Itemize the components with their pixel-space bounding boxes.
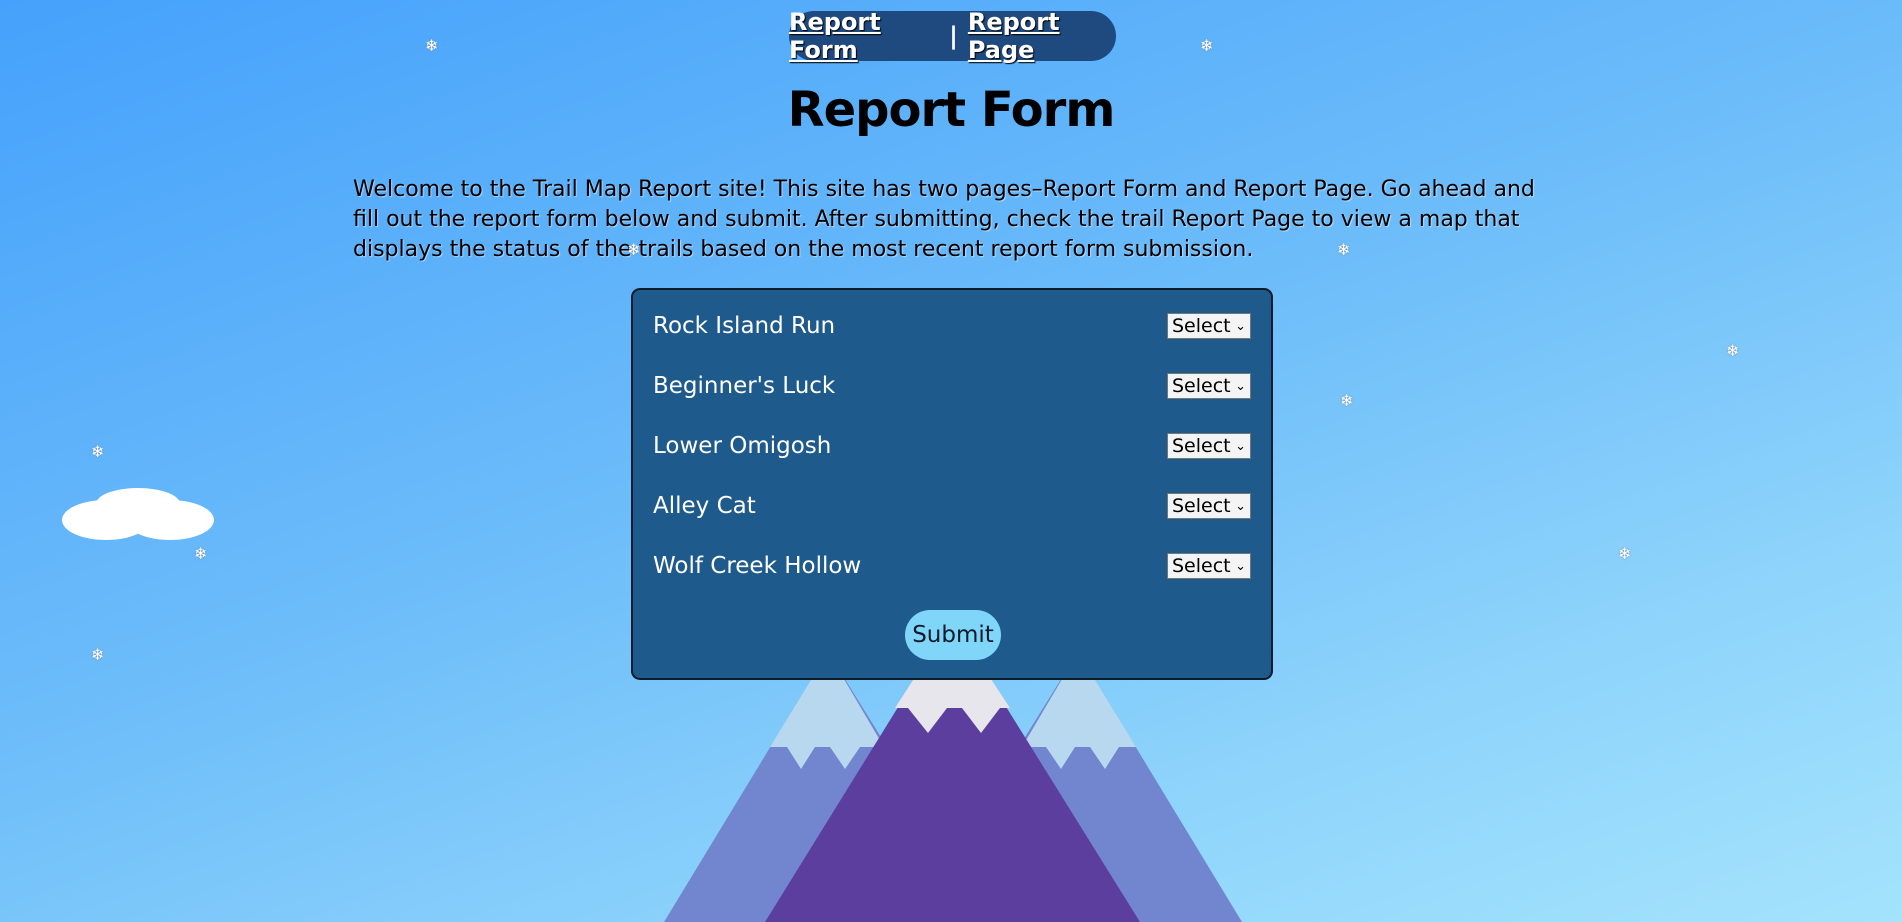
- snowflake-icon: ❄: [1200, 36, 1214, 55]
- snowflake-icon: ❄: [1618, 544, 1632, 563]
- chevron-down-icon: ⌄: [1235, 378, 1246, 394]
- trail-label: Rock Island Run: [653, 313, 836, 339]
- report-form: Rock Island Run Select ⌄ Beginner's Luck…: [631, 288, 1273, 680]
- trail-label: Lower Omigosh: [653, 433, 832, 459]
- submit-button[interactable]: Submit: [905, 610, 1001, 660]
- select-value: Select: [1172, 435, 1231, 457]
- snowflake-icon: ❄: [1726, 341, 1740, 360]
- snowflake-icon: ❄: [91, 442, 105, 461]
- chevron-down-icon: ⌄: [1235, 318, 1246, 334]
- snowflake-icon: ❄: [194, 544, 208, 563]
- chevron-down-icon: ⌄: [1235, 438, 1246, 454]
- trail-label: Beginner's Luck: [653, 373, 836, 399]
- trail-status-select[interactable]: Select ⌄: [1167, 373, 1251, 399]
- snowflake-icon: ❄: [425, 36, 439, 55]
- snowflake-icon: ❄: [627, 240, 641, 259]
- snowflake-icon: ❄: [1337, 240, 1351, 259]
- select-value: Select: [1172, 555, 1231, 577]
- trail-label: Alley Cat: [653, 493, 756, 519]
- trail-status-select[interactable]: Select ⌄: [1167, 433, 1251, 459]
- trail-status-select[interactable]: Select ⌄: [1167, 553, 1251, 579]
- chevron-down-icon: ⌄: [1235, 558, 1246, 574]
- snowflake-icon: ❄: [1340, 391, 1354, 410]
- select-value: Select: [1172, 315, 1231, 337]
- trail-row: Lower Omigosh Select ⌄: [653, 430, 1251, 462]
- cloud-illustration: [62, 488, 214, 540]
- trail-status-select[interactable]: Select ⌄: [1167, 493, 1251, 519]
- trail-status-select[interactable]: Select ⌄: [1167, 313, 1251, 339]
- select-value: Select: [1172, 495, 1231, 517]
- trail-row: Rock Island Run Select ⌄: [653, 310, 1251, 342]
- snowflake-icon: ❄: [91, 645, 105, 664]
- chevron-down-icon: ⌄: [1235, 498, 1246, 514]
- trail-label: Wolf Creek Hollow: [653, 553, 862, 579]
- trail-row: Wolf Creek Hollow Select ⌄: [653, 550, 1251, 582]
- trail-row: Alley Cat Select ⌄: [653, 490, 1251, 522]
- select-value: Select: [1172, 375, 1231, 397]
- trail-row: Beginner's Luck Select ⌄: [653, 370, 1251, 402]
